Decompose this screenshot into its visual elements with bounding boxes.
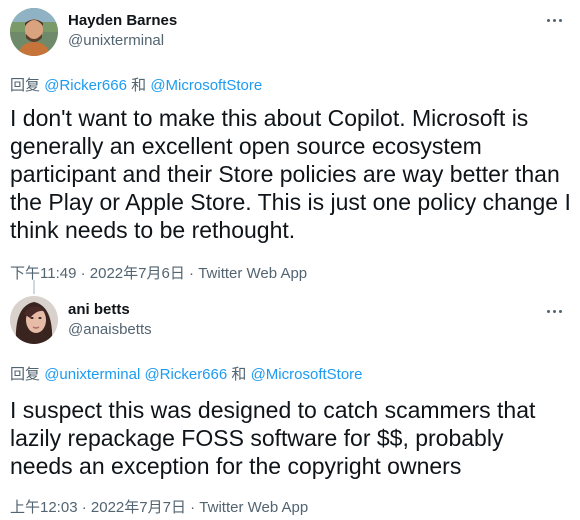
mention-link[interactable]: @Ricker666 (44, 77, 127, 94)
tweet-meta: 下午11:49 · 2022年7月6日 · Twitter Web App (10, 262, 307, 283)
reply-prefix: 回复 (10, 366, 41, 383)
author-handle[interactable]: @anaisbetts (68, 321, 152, 338)
tweet-time[interactable]: 上午12:03 (10, 499, 78, 516)
tweet-source[interactable]: Twitter Web App (198, 265, 307, 282)
tweet-time[interactable]: 下午11:49 (10, 265, 76, 282)
tweet-date[interactable]: 2022年7月7日 (91, 499, 186, 516)
more-options-icon[interactable] (544, 301, 564, 321)
tweet-meta: 上午12:03 · 2022年7月7日 · Twitter Web App (10, 496, 308, 517)
author-name[interactable]: ani betts (68, 301, 130, 318)
tweet-text: I don't want to make this about Copilot.… (10, 105, 571, 243)
meta-separator: · (189, 265, 195, 282)
author-name[interactable]: Hayden Barnes (68, 12, 177, 29)
author-handle[interactable]: @unixterminal (68, 32, 164, 49)
reply-connector: 和 (131, 77, 147, 94)
meta-separator: · (190, 499, 196, 516)
tweet-ani-betts[interactable]: ani betts @anaisbetts 回复 @unixterminal @… (0, 292, 580, 520)
mention-link[interactable]: @Ricker666 (144, 366, 227, 383)
reply-prefix: 回复 (10, 77, 41, 94)
replying-to: 回复 @Ricker666 和 @MicrosoftStore (10, 74, 262, 95)
tweet-date[interactable]: 2022年7月6日 (90, 265, 185, 282)
mention-link[interactable]: @unixterminal (44, 366, 140, 383)
mention-link[interactable]: @MicrosoftStore (150, 77, 262, 94)
tweet-hayden-barnes[interactable]: Hayden Barnes @unixterminal 回复 @Ricker66… (0, 0, 580, 285)
meta-separator: · (80, 265, 86, 282)
tweet-text: I suspect this was designed to catch sca… (10, 397, 536, 479)
avatar-hayden-barnes[interactable] (10, 8, 58, 56)
avatar-ani-betts[interactable] (10, 296, 58, 344)
mention-link[interactable]: @MicrosoftStore (251, 366, 363, 383)
replying-to: 回复 @unixterminal @Ricker666 和 @Microsoft… (10, 363, 363, 384)
more-options-icon[interactable] (544, 10, 564, 30)
meta-separator: · (81, 499, 87, 516)
tweet-source[interactable]: Twitter Web App (199, 499, 308, 516)
reply-connector: 和 (231, 366, 247, 383)
